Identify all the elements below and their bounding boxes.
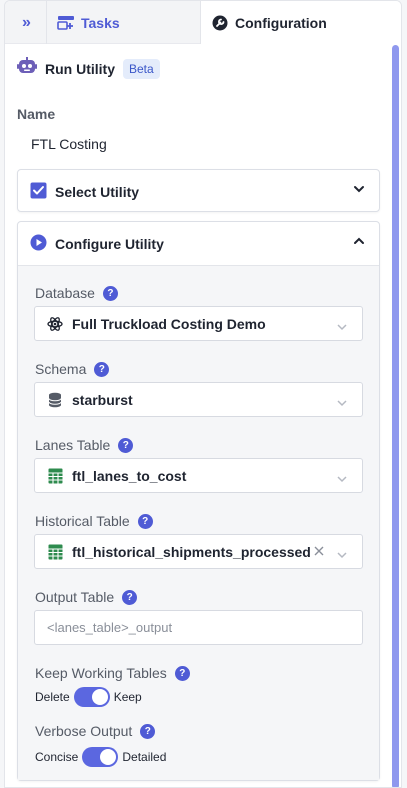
verbose-output-switch[interactable] <box>82 747 119 767</box>
scrollbar[interactable] <box>392 45 399 787</box>
historical-table-select[interactable]: ftl_historical_shipments_processed <box>34 534 363 569</box>
chevron-down-icon <box>336 471 348 487</box>
wrench-icon <box>211 14 229 32</box>
historical-table-label: Historical Table ? <box>35 513 153 529</box>
historical-table-value: ftl_historical_shipments_processed <box>72 543 311 560</box>
lanes-table-label-text: Lanes Table <box>35 437 111 453</box>
chevron-down-icon <box>336 395 348 411</box>
atom-icon <box>47 316 63 332</box>
chevron-down-icon <box>336 547 348 563</box>
switch-knob <box>91 689 108 705</box>
database-icon <box>47 392 63 408</box>
verbose-output-toggle-row: Concise Detailed <box>35 747 166 767</box>
collapse-panel-button[interactable]: » <box>5 1 47 44</box>
utility-title: Run Utility <box>45 60 115 77</box>
configure-utility-body: Database ? Full Truckload Costing Demo S… <box>18 265 379 780</box>
tab-tasks-label: Tasks <box>81 14 120 31</box>
output-table-input[interactable]: <lanes_table>_output <box>34 610 363 645</box>
configure-utility-header[interactable]: Configure Utility <box>18 222 379 265</box>
schema-label-text: Schema <box>35 361 87 377</box>
lanes-table-value: ftl_lanes_to_cost <box>72 467 187 484</box>
help-icon[interactable]: ? <box>140 723 156 739</box>
verbose-output-label-text: Verbose Output <box>35 723 133 739</box>
help-icon[interactable]: ? <box>137 513 153 529</box>
utility-header: Run Utility Beta <box>17 57 160 80</box>
database-value: Full Truckload Costing Demo <box>72 315 266 332</box>
lanes-table-label: Lanes Table ? <box>35 437 134 453</box>
help-icon[interactable]: ? <box>122 589 138 605</box>
robot-icon <box>17 57 37 80</box>
table-icon <box>47 468 63 484</box>
help-icon[interactable]: ? <box>102 285 118 301</box>
configuration-panel: » Tasks Configuration Run Utility Beta N… <box>4 0 402 788</box>
help-icon[interactable]: ? <box>174 665 190 681</box>
keep-working-tables-switch[interactable] <box>73 687 110 707</box>
toggle-off-label: Concise <box>35 750 79 764</box>
database-label-text: Database <box>35 285 95 301</box>
clear-icon[interactable] <box>312 544 326 561</box>
schema-select[interactable]: starburst <box>34 382 363 417</box>
database-select[interactable]: Full Truckload Costing Demo <box>34 306 363 341</box>
output-table-placeholder: <lanes_table>_output <box>47 620 173 635</box>
chevron-up-icon[interactable] <box>353 234 365 250</box>
verbose-output-label: Verbose Output ? <box>35 723 156 739</box>
switch-knob <box>100 749 117 765</box>
tab-bar: » Tasks Configuration <box>5 1 401 45</box>
tab-configuration-label: Configuration <box>235 15 327 31</box>
name-value[interactable]: FTL Costing <box>31 136 107 152</box>
lanes-table-select[interactable]: ftl_lanes_to_cost <box>34 458 363 493</box>
output-table-label: Output Table ? <box>35 589 138 605</box>
chevron-down-icon[interactable] <box>353 182 365 198</box>
select-utility-label: Select Utility <box>55 183 140 200</box>
double-chevron-right-icon: » <box>22 13 31 31</box>
help-icon[interactable]: ? <box>94 361 110 377</box>
tab-configuration[interactable]: Configuration <box>201 1 401 45</box>
select-utility-accordion: Select Utility <box>17 169 380 212</box>
select-utility-header[interactable]: Select Utility <box>18 170 379 213</box>
toggle-on-label: Detailed <box>122 750 167 764</box>
tab-tasks[interactable]: Tasks <box>47 1 201 44</box>
schema-value: starburst <box>72 391 133 408</box>
historical-table-label-text: Historical Table <box>35 513 130 529</box>
schema-label: Schema ? <box>35 361 110 377</box>
keep-working-tables-label: Keep Working Tables ? <box>35 665 190 681</box>
database-label: Database ? <box>35 285 118 301</box>
configure-utility-accordion: Configure Utility Database ? Full Truckl… <box>17 221 380 781</box>
keep-working-tables-label-text: Keep Working Tables <box>35 665 167 681</box>
table-icon <box>47 544 63 560</box>
configure-utility-label: Configure Utility <box>55 235 164 252</box>
help-icon[interactable]: ? <box>118 437 134 453</box>
tasks-icon <box>57 14 75 32</box>
output-table-label-text: Output Table <box>35 589 115 605</box>
chevron-down-icon <box>336 319 348 335</box>
keep-working-tables-toggle-row: Delete Keep <box>35 687 142 707</box>
toggle-on-label: Keep <box>113 690 142 704</box>
play-circle-icon <box>30 234 47 254</box>
checkbox-checked-icon[interactable] <box>30 182 47 202</box>
beta-badge: Beta <box>123 58 160 79</box>
toggle-off-label: Delete <box>35 690 70 704</box>
name-label: Name <box>17 106 56 122</box>
